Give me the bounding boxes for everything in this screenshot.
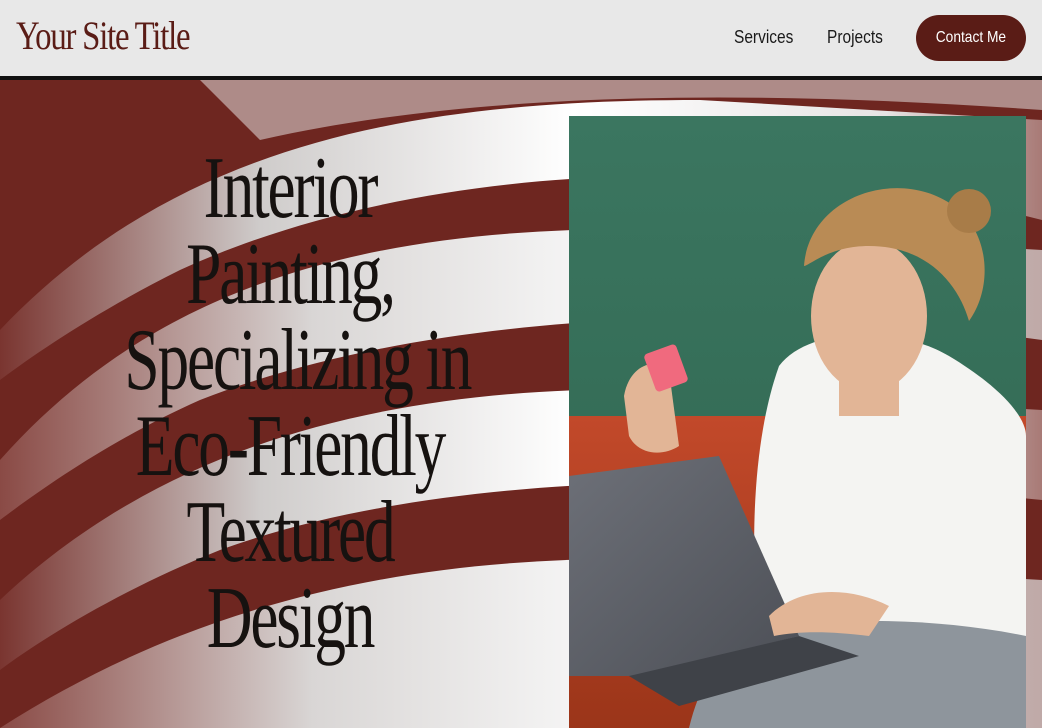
headline-line-4: Eco-Friendly (135, 398, 447, 495)
site-title[interactable]: Your Site Title (16, 12, 191, 59)
site-header: Your Site Title Services Projects Contac… (0, 0, 1042, 80)
headline-line-1: Interior (203, 140, 379, 237)
headline-line-3: Specializing in (124, 312, 472, 409)
hero-section: Interior Painting, Specializing in Eco-F… (0, 80, 1042, 728)
headline-line-6: Design (206, 570, 376, 667)
hero-headline: Interior Painting, Specializing in Eco-F… (60, 140, 520, 667)
contact-me-label: Contact Me (935, 29, 1007, 46)
headline-line-2: Painting, (186, 226, 396, 323)
nav-link-projects[interactable]: Projects (827, 27, 883, 48)
woman-with-laptop-photo-icon (569, 116, 1026, 728)
contact-me-button[interactable]: Contact Me (916, 15, 1026, 61)
nav-link-services[interactable]: Services (734, 27, 793, 48)
headline-line-5: Textured (186, 484, 396, 581)
hero-photo (569, 116, 1026, 728)
